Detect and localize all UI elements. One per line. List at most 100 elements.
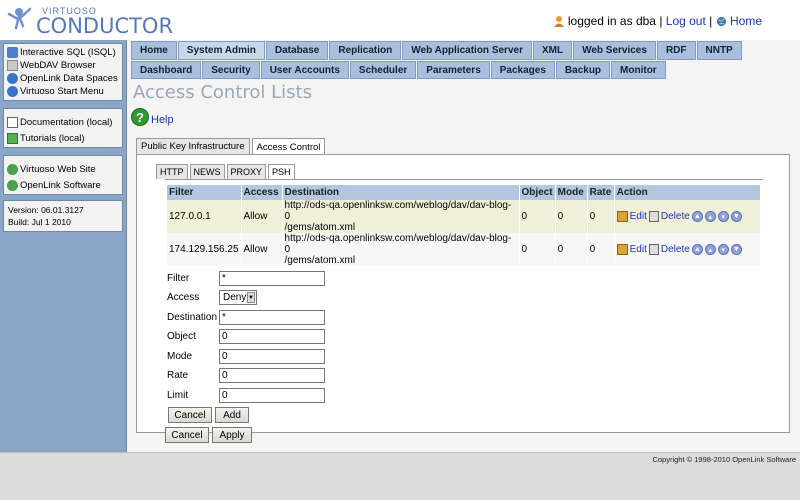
user-bar: logged in as dba | Log out | Home [553,14,762,28]
tab-http[interactable]: HTTP [156,164,188,179]
rate-cell: 0 [587,233,615,266]
page-title: Access Control Lists [133,82,312,103]
access-select[interactable]: Deny ▼ [219,289,257,305]
folder-icon [7,60,18,71]
sidebar-item-tutorials[interactable]: Tutorials (local) [4,130,122,146]
virtuoso-logo[interactable]: VIRTUOSO CONDUCTOR [6,4,173,38]
tab-replication[interactable]: Replication [329,41,402,60]
delete-link[interactable]: Delete [661,211,690,222]
edit-link[interactable]: Edit [630,244,647,255]
tab-rdf[interactable]: RDF [656,41,696,60]
limit-label: Limit [167,389,189,401]
chevron-down-icon[interactable]: ▼ [247,291,255,303]
subtab-monitor[interactable]: Monitor [611,61,666,79]
limit-field[interactable] [219,387,325,403]
column-header: Filter [167,185,242,200]
move-up-icon[interactable]: ▴ [704,211,716,222]
subtab-user-accounts[interactable]: User Accounts [260,61,349,79]
home-link[interactable]: Home [730,14,762,28]
cancel-button[interactable]: Cancel [165,427,209,443]
column-header: Rate [587,185,615,200]
destination-cell: http://ods-qa.openlinksw.com/weblog/dav/… [282,233,520,266]
sidebar-item-label: OpenLink Software [20,179,101,191]
tab-nntp[interactable]: NNTP [696,41,742,60]
subtab-packages[interactable]: Packages [490,61,555,79]
subtab-backup[interactable]: Backup [555,61,611,79]
subtab-scheduler[interactable]: Scheduler [349,61,417,79]
help-link[interactable]: ? Help [131,108,174,126]
move-down-icon[interactable]: ▾ [717,244,729,255]
sidebar-item-data-spaces[interactable]: OpenLink Data Spaces [4,72,122,85]
user-icon [553,16,564,27]
header: VIRTUOSO CONDUCTOR logged in as dba | Lo… [0,0,800,40]
separator: | [659,14,663,28]
object-label: Object [167,330,196,342]
tab-news[interactable]: NEWS [189,164,225,179]
sidebar-item-openlink[interactable]: OpenLink Software [4,177,122,193]
mode-row: Mode [167,348,367,364]
tab-psh[interactable]: PSH [268,164,295,179]
subtab-dashboard[interactable]: Dashboard [131,61,202,79]
sidebar-item-documentation[interactable]: Documentation (local) [4,114,122,130]
mode-cell: 0 [555,200,588,233]
tab-web-application-server[interactable]: Web Application Server [402,41,532,60]
main-content: Home System Admin Database Replication W… [126,40,800,452]
globe-icon [716,16,726,27]
help-label[interactable]: Help [151,114,174,126]
edit-icon[interactable] [616,244,628,255]
sidebar-item-isql[interactable]: Interactive SQL (ISQL) [4,46,122,59]
edit-link[interactable]: Edit [630,211,647,222]
rate-label: Rate [167,369,189,381]
sidebar-item-start-menu[interactable]: Virtuoso Start Menu [4,85,122,98]
filter-field[interactable] [219,270,325,286]
access-control-panel: HTTP NEWS PROXY PSH Filter Access Destin… [136,154,790,443]
trash-icon[interactable] [648,211,659,222]
subtab-parameters[interactable]: Parameters [417,61,490,79]
move-down-icon[interactable]: ▾ [717,211,729,222]
move-bottom-icon[interactable]: ▼ [730,244,742,255]
move-up-icon[interactable]: ▴ [704,244,716,255]
tab-public-key-infrastructure[interactable]: Public Key Infrastructure [136,138,250,154]
sidebar-item-virtuoso-site[interactable]: Virtuoso Web Site [4,161,122,177]
help-icon: ? [131,108,149,126]
apply-button[interactable]: Apply [212,427,252,443]
logo-big-text: CONDUCTOR [36,14,174,38]
object-field[interactable] [219,328,325,344]
globe-icon [7,86,18,97]
tab-system-admin[interactable]: System Admin [177,41,265,60]
sidebar-item-label: OpenLink Data Spaces [20,73,118,84]
destination-cell: http://ods-qa.openlinksw.com/weblog/dav/… [282,200,520,233]
tab-database[interactable]: Database [265,41,329,60]
delete-link[interactable]: Delete [661,244,690,255]
sidebar-item-label: Virtuoso Start Menu [20,86,104,97]
access-row: Access Deny ▼ [167,289,367,305]
tab-access-control[interactable]: Access Control [251,138,326,155]
destination-line: /gems/atom.xml [284,222,356,233]
access-cell: Allow [241,233,283,266]
move-top-icon[interactable]: ▲ [691,244,703,255]
tab-home[interactable]: Home [131,41,177,60]
add-button[interactable]: Add [215,407,249,423]
sidebar-item-label: Documentation (local) [20,116,113,128]
sidebar-links-group: Virtuoso Web Site OpenLink Software [3,155,123,195]
logout-link[interactable]: Log out [666,14,706,28]
destination-line: /gems/atom.xml [284,255,356,266]
destination-field[interactable] [219,309,325,325]
trash-icon[interactable] [648,244,659,255]
cancel-button[interactable]: Cancel [168,407,212,423]
move-bottom-icon[interactable]: ▼ [730,211,742,222]
edit-icon[interactable] [616,211,628,222]
rate-field[interactable] [219,367,325,383]
sidebar-tools-group: Interactive SQL (ISQL) WebDAV Browser Op… [3,43,123,101]
destination-line: http://ods-qa.openlinksw.com/weblog/dav/… [284,233,512,255]
tab-xml[interactable]: XML [532,41,573,60]
mode-field[interactable] [219,348,325,364]
tab-web-services[interactable]: Web Services [573,41,656,60]
mode-label: Mode [167,350,193,362]
sidebar-item-webdav[interactable]: WebDAV Browser [4,59,122,72]
move-top-icon[interactable]: ▲ [691,211,703,222]
subtab-security[interactable]: Security [202,61,260,79]
conductor-figure-icon [7,7,32,30]
globe-icon [7,179,18,191]
tab-proxy[interactable]: PROXY [226,164,267,179]
